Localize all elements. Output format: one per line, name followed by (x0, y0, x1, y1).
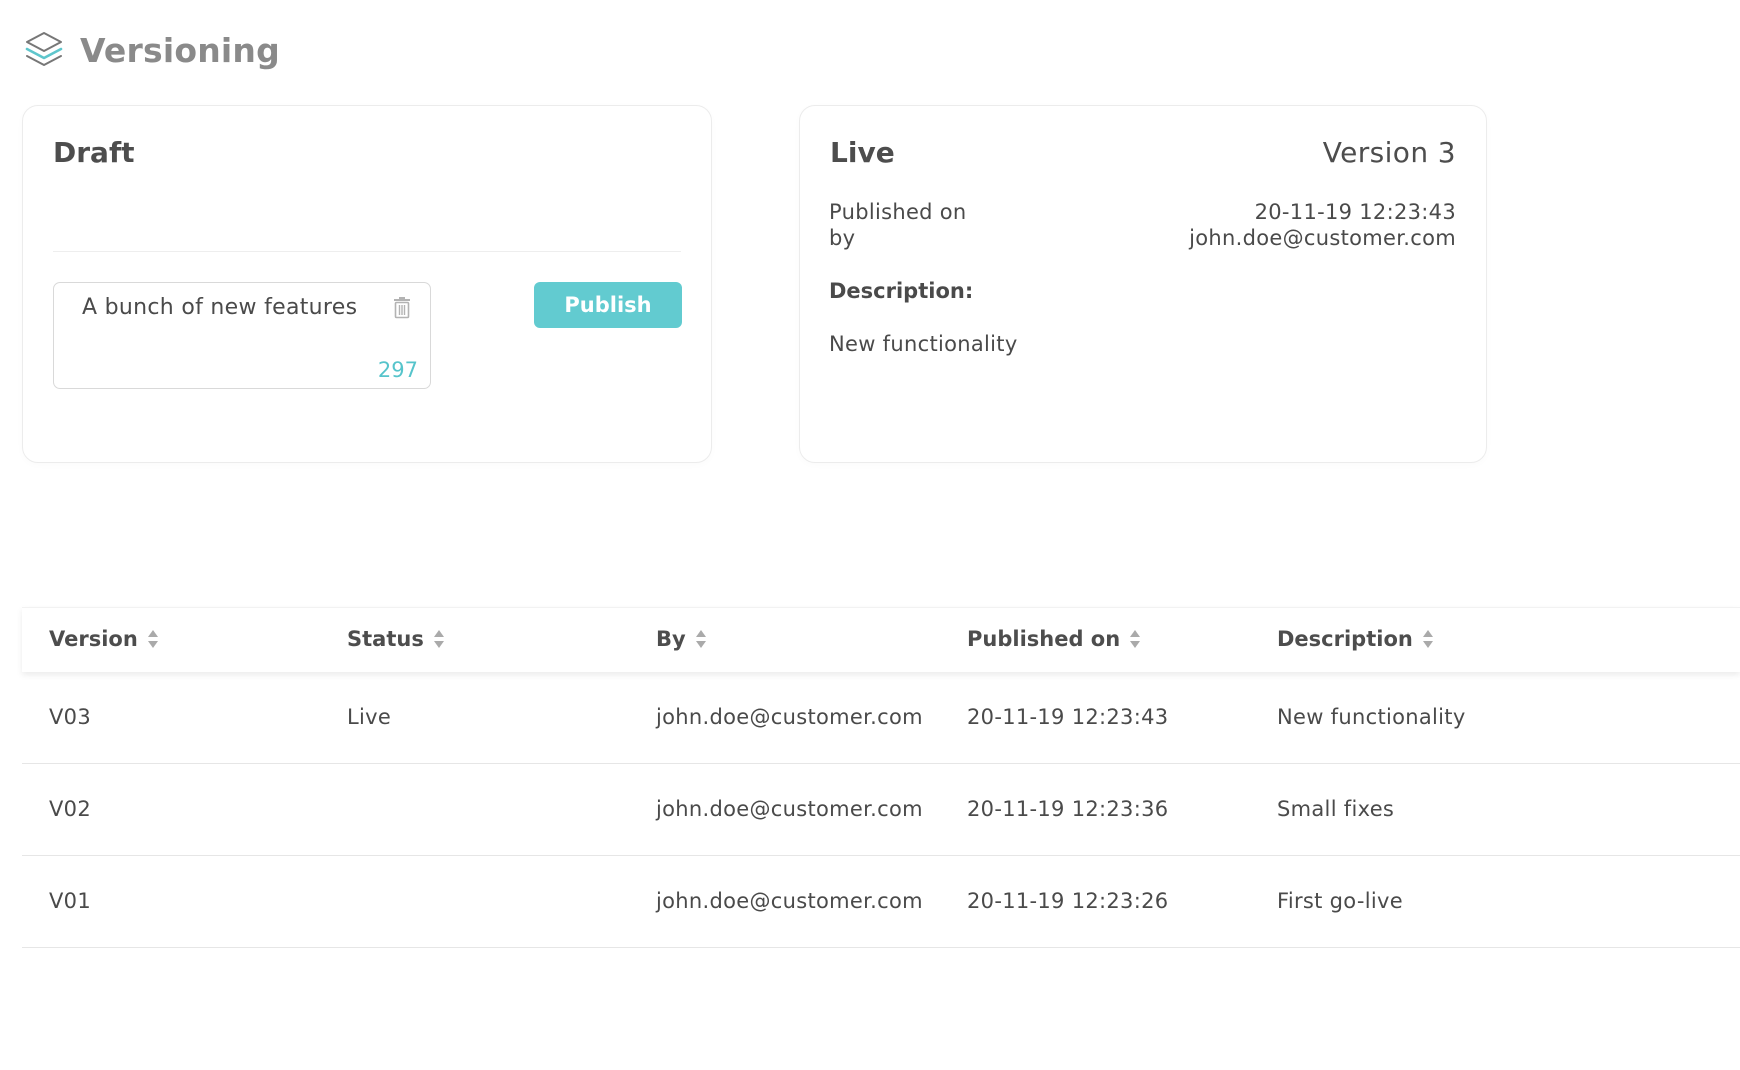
draft-card: Draft A bunch of new features 297 Publis… (22, 105, 712, 463)
column-label: Description (1277, 627, 1413, 651)
cell-description: Small fixes (1277, 797, 1395, 821)
cell-version: V01 (49, 889, 91, 913)
table-row[interactable]: V03 Live john.doe@customer.com 20-11-19 … (22, 672, 1740, 764)
cell-description: New functionality (1277, 705, 1466, 729)
cell-by: john.doe@customer.com (656, 889, 923, 913)
cell-description: First go-live (1277, 889, 1403, 913)
cell-by: john.doe@customer.com (656, 705, 923, 729)
cell-version: V03 (49, 705, 91, 729)
published-on-label: Published on (829, 200, 967, 224)
sort-icon[interactable] (1422, 628, 1434, 650)
live-card: Live Version 3 Published on by 20-11-19 … (799, 105, 1487, 463)
cell-status: Live (347, 705, 392, 729)
column-header-by[interactable]: By (656, 627, 707, 651)
draft-description-value[interactable]: A bunch of new features (82, 295, 357, 320)
page-title: Versioning (80, 30, 280, 70)
publish-button[interactable]: Publish (534, 282, 682, 328)
cell-published-on: 20-11-19 12:23:36 (967, 797, 1169, 821)
live-title: Live (830, 136, 895, 169)
column-header-published-on[interactable]: Published on (967, 627, 1141, 651)
sort-icon[interactable] (695, 628, 707, 650)
char-counter: 297 (377, 358, 418, 382)
version-history-table: Version Status By Published on Descripti… (22, 607, 1740, 948)
by-value: john.doe@customer.com (1189, 226, 1456, 250)
trash-icon[interactable] (392, 295, 412, 319)
sort-icon[interactable] (147, 628, 159, 650)
layers-icon (25, 32, 63, 66)
versioning-page: Versioning Draft A bunch of new features… (0, 0, 1740, 1070)
cell-version: V02 (49, 797, 91, 821)
column-header-description[interactable]: Description (1277, 627, 1434, 651)
column-header-version[interactable]: Version (49, 627, 159, 651)
description-value: New functionality (829, 332, 1018, 356)
column-label: Status (347, 627, 424, 651)
live-meta-values: 20-11-19 12:23:43 john.doe@customer.com (1189, 199, 1456, 251)
divider (53, 251, 681, 252)
draft-title: Draft (53, 136, 135, 169)
column-label: Version (49, 627, 138, 651)
description-label: Description: (829, 279, 974, 303)
table-row[interactable]: V02 john.doe@customer.com 20-11-19 12:23… (22, 764, 1740, 856)
live-version: Version 3 (1322, 136, 1456, 169)
table-header: Version Status By Published on Descripti… (22, 607, 1740, 672)
page-header: Versioning (24, 30, 280, 70)
sort-icon[interactable] (1129, 628, 1141, 650)
live-meta-labels: Published on by (829, 199, 967, 251)
cell-published-on: 20-11-19 12:23:43 (967, 705, 1169, 729)
draft-description-field[interactable]: A bunch of new features 297 (53, 282, 431, 389)
column-header-status[interactable]: Status (347, 627, 445, 651)
published-on-value: 20-11-19 12:23:43 (1254, 200, 1456, 224)
cell-by: john.doe@customer.com (656, 797, 923, 821)
column-label: By (656, 627, 686, 651)
cell-published-on: 20-11-19 12:23:26 (967, 889, 1169, 913)
table-row[interactable]: V01 john.doe@customer.com 20-11-19 12:23… (22, 856, 1740, 948)
sort-icon[interactable] (433, 628, 445, 650)
by-label: by (829, 226, 856, 250)
column-label: Published on (967, 627, 1121, 651)
